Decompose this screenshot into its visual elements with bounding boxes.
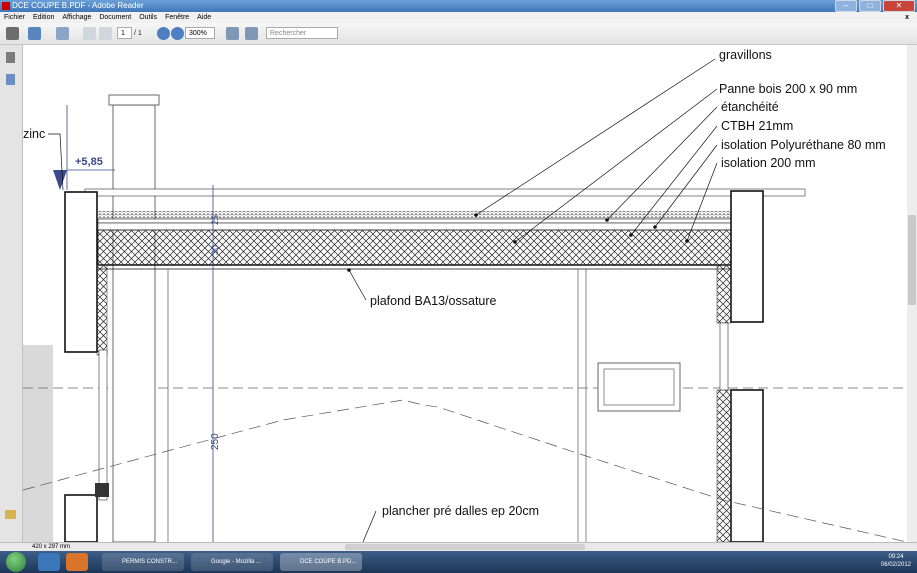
menu-document[interactable]: Document <box>99 14 131 21</box>
adobe-reader-icon <box>2 2 10 10</box>
toolbar: 1 / 1 300% Rechercher <box>0 23 917 45</box>
windows-taskbar: PERMIS CONSTR... Google - Mozilla ... DC… <box>0 551 917 573</box>
waterproofing-layer <box>97 218 744 224</box>
menu-affichage[interactable]: Affichage <box>62 14 91 21</box>
start-button[interactable] <box>6 552 26 572</box>
horizontal-scroll-thumb[interactable] <box>345 544 585 550</box>
edit-icon[interactable] <box>56 27 69 40</box>
close-button[interactable]: ✕ <box>883 0 915 12</box>
label-isolation-polyurethane: isolation Polyuréthane 80 mm <box>721 138 886 152</box>
clock-time: 09:24 <box>888 554 904 560</box>
menu-outils[interactable]: Outils <box>139 14 157 21</box>
roof-top-line <box>84 188 806 197</box>
vertical-scrollbar[interactable] <box>907 45 917 542</box>
menu-edition[interactable]: Edition <box>33 14 54 21</box>
clock-date: 06/02/2012 <box>880 562 911 568</box>
dimension-25: 25 <box>210 215 220 225</box>
navigation-pane <box>0 45 23 542</box>
chimney-cap <box>108 94 160 106</box>
dimension-250: 250 <box>210 433 221 450</box>
chimney <box>112 104 156 542</box>
zoom-out-icon[interactable] <box>157 27 170 40</box>
previous-page-icon[interactable] <box>83 27 96 40</box>
taskbar-item-google[interactable]: Google - Mozilla ... <box>191 553 273 571</box>
gravel-layer <box>98 211 743 219</box>
level-label: +5,85 <box>75 156 103 168</box>
ground-fill-left <box>23 345 53 542</box>
maximize-button[interactable]: □ <box>859 0 881 12</box>
left-window <box>98 349 108 501</box>
left-wall-lower <box>64 494 98 542</box>
right-wall-upper <box>730 190 764 323</box>
dimension-30: 30 <box>210 245 220 255</box>
architectural-section-drawing: 250 25 30 +5,85 zinc gravillons Panne bo… <box>23 48 907 542</box>
page-number-input[interactable]: 1 <box>117 27 132 39</box>
menu-aide[interactable]: Aide <box>197 14 211 21</box>
zoom-input[interactable]: 300% <box>185 27 215 39</box>
label-panne-bois: Panne bois 200 x 90 mm <box>719 82 857 96</box>
fit-page-icon[interactable] <box>245 27 258 40</box>
right-window <box>719 322 729 391</box>
left-wall-upper <box>64 191 98 353</box>
zoom-in-icon[interactable] <box>171 27 184 40</box>
label-gravillons: gravillons <box>719 48 772 62</box>
label-etancheite: étanchéité <box>721 100 779 114</box>
next-page-icon[interactable] <box>99 27 112 40</box>
pages-panel-icon[interactable] <box>6 52 15 63</box>
left-lintel <box>95 483 109 497</box>
print-icon[interactable] <box>6 27 19 40</box>
vertical-scroll-thumb[interactable] <box>908 215 916 305</box>
comments-panel-icon[interactable] <box>5 510 16 519</box>
document-view[interactable]: 250 25 30 +5,85 zinc gravillons Panne bo… <box>23 45 907 542</box>
internet-explorer-icon[interactable] <box>38 553 60 571</box>
menu-fichier[interactable]: Fichier <box>4 14 25 21</box>
system-clock[interactable]: 09:24 06/02/2012 <box>881 553 911 569</box>
ctbh-layer <box>97 222 744 231</box>
taskbar-item-permis[interactable]: PERMIS CONSTR... <box>102 553 184 571</box>
menu-fenetre[interactable]: Fenêtre <box>165 14 189 21</box>
document-close-button[interactable]: x <box>905 12 909 23</box>
label-plafond: plafond BA13/ossature <box>370 294 497 308</box>
attachments-panel-icon[interactable] <box>6 74 15 85</box>
label-ctbh: CTBH 21mm <box>721 119 793 133</box>
insulation-layer <box>97 229 744 266</box>
window-title: DCE COUPE B.PDF - Adobe Reader <box>12 1 144 10</box>
fit-width-icon[interactable] <box>226 27 239 40</box>
share-icon[interactable] <box>28 27 41 40</box>
search-input[interactable]: Rechercher <box>266 27 338 39</box>
menu-bar: Fichier Edition Affichage Document Outil… <box>0 12 917 23</box>
firefox-icon[interactable] <box>66 553 88 571</box>
page-total: / 1 <box>134 30 142 37</box>
minimize-button[interactable]: – <box>835 0 857 12</box>
title-bar: DCE COUPE B.PDF - Adobe Reader – □ ✕ <box>0 0 917 12</box>
label-zinc: zinc <box>23 127 45 141</box>
label-isolation-200: isolation 200 mm <box>721 156 816 170</box>
taskbar-item-dce[interactable]: DCE COUPE B.PD... <box>280 553 362 571</box>
level-marker-icon <box>53 170 67 190</box>
label-plancher: plancher pré dalles ep 20cm <box>382 504 539 518</box>
right-wall-lower <box>730 389 764 542</box>
